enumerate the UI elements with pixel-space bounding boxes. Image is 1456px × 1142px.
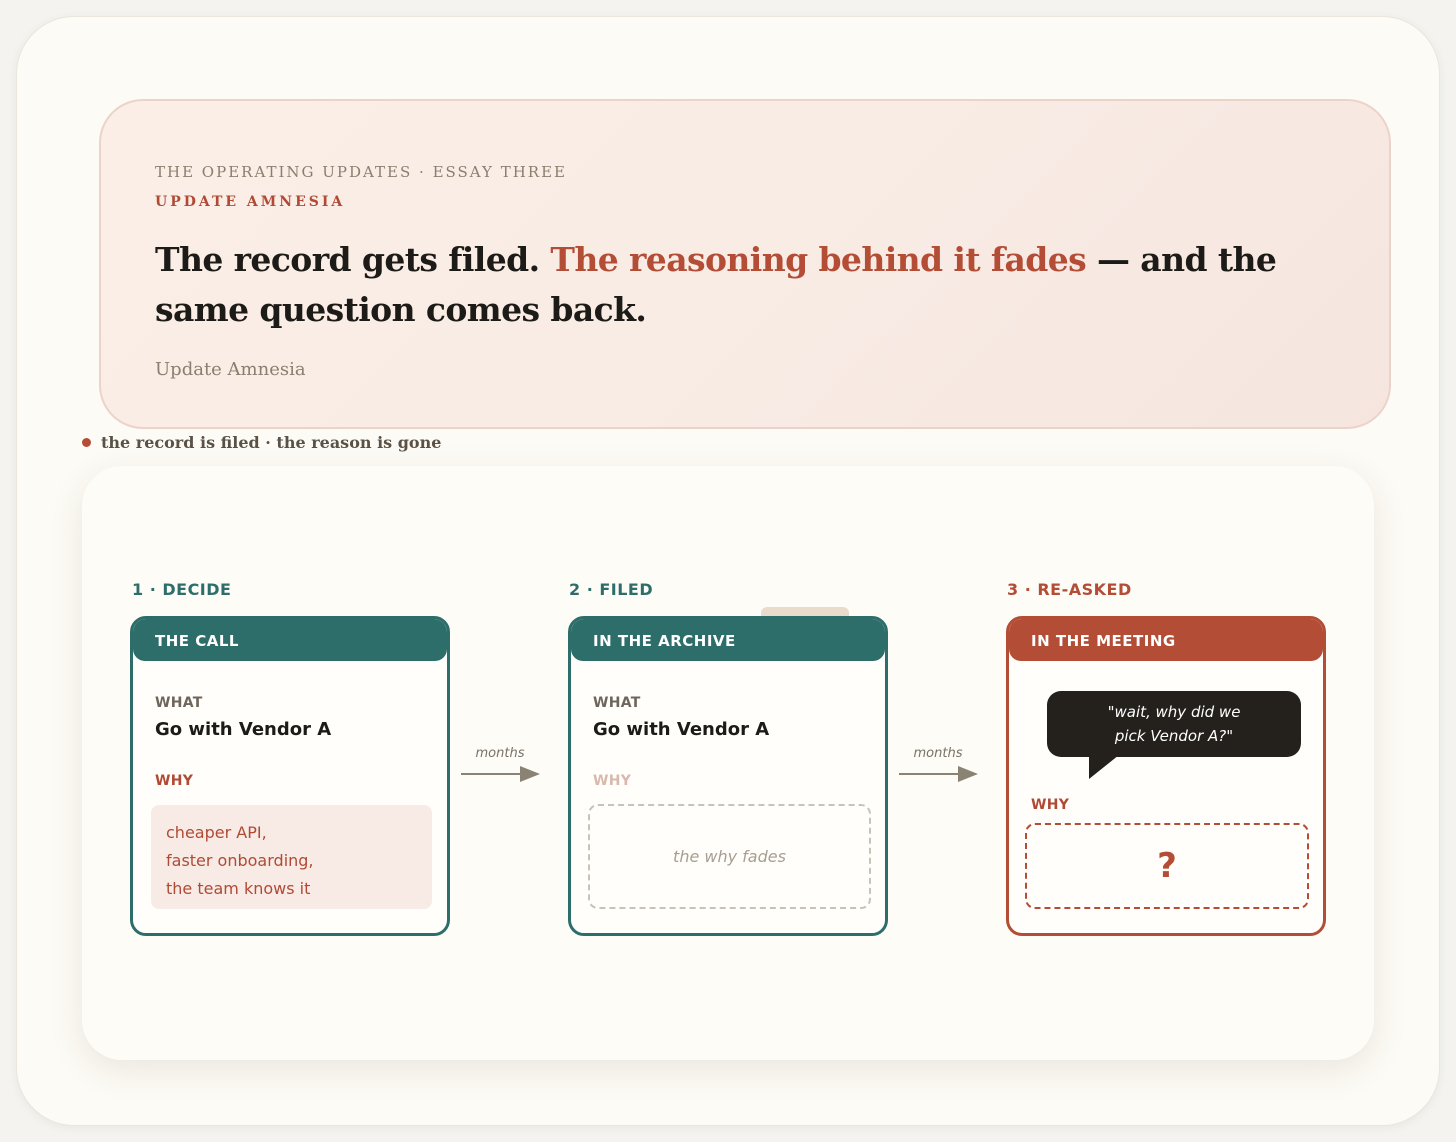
box-title: IN THE MEETING: [1009, 619, 1323, 661]
what-value: Go with Vendor A: [593, 719, 770, 740]
arrow-label: months: [475, 746, 525, 761]
quote-line: "wait, why did we: [1107, 703, 1241, 721]
caption-dot-icon: [82, 437, 91, 447]
speech-bubble: "wait, why did we pick Vendor A?": [1047, 691, 1301, 757]
arrow-right-icon: [899, 766, 978, 782]
headline-start: The record gets filed.: [155, 240, 551, 279]
step-label-decide: 1 · DECIDE: [132, 580, 232, 599]
why-faded-placeholder: the why fades: [588, 804, 871, 909]
headline-accent: The reasoning behind it fades: [550, 240, 1087, 279]
quote-line: pick Vendor A?": [1114, 727, 1234, 745]
what-label: WHAT: [593, 695, 641, 711]
what-value: Go with Vendor A: [155, 719, 332, 740]
why-reason-line: the team knows it: [166, 879, 311, 898]
arrow-label: months: [913, 746, 963, 761]
step-label-filed: 2 · FILED: [569, 580, 654, 599]
step-box-filed: IN THE ARCHIVE WHAT Go with Vendor A WHY…: [568, 616, 888, 936]
why-label: WHY: [1031, 797, 1070, 813]
box-title: IN THE ARCHIVE: [571, 619, 885, 661]
why-reason-line: cheaper API,: [166, 823, 267, 842]
box-title: THE CALL: [133, 619, 447, 661]
step-label-re-asked: 3 · RE-ASKED: [1007, 580, 1132, 599]
diagram-card: 1 · DECIDE THE CALL WHAT Go with Vendor …: [82, 466, 1374, 1060]
arrow-months-1: months: [458, 746, 542, 788]
why-unknown-box: ?: [1025, 823, 1309, 909]
diagram-caption: the record is filed · the reason is gone: [82, 431, 441, 453]
speech-bubble-tail-icon: [1089, 755, 1119, 779]
step-box-decide: THE CALL WHAT Go with Vendor A WHY cheap…: [130, 616, 450, 936]
caption-text: the record is filed · the reason is gone: [101, 432, 442, 452]
why-reason-line: faster onboarding,: [166, 851, 314, 870]
essay-byline: Update Amnesia: [155, 359, 306, 380]
arrow-months-2: months: [896, 746, 980, 788]
essay-header-card: THE OPERATING UPDATES · ESSAY THREE UPDA…: [99, 99, 1391, 429]
why-label-faded: WHY: [593, 773, 632, 789]
why-reasons: cheaper API, faster onboarding, the team…: [151, 805, 432, 909]
essay-headline: The record gets filed. The reasoning beh…: [155, 235, 1295, 335]
arrow-right-icon: [461, 766, 540, 782]
essay-series-title: UPDATE AMNESIA: [155, 194, 346, 210]
why-label: WHY: [155, 773, 194, 789]
what-label: WHAT: [155, 695, 203, 711]
step-box-re-asked: IN THE MEETING "wait, why did we pick Ve…: [1006, 616, 1326, 936]
series-kicker: THE OPERATING UPDATES · ESSAY THREE: [155, 163, 567, 181]
